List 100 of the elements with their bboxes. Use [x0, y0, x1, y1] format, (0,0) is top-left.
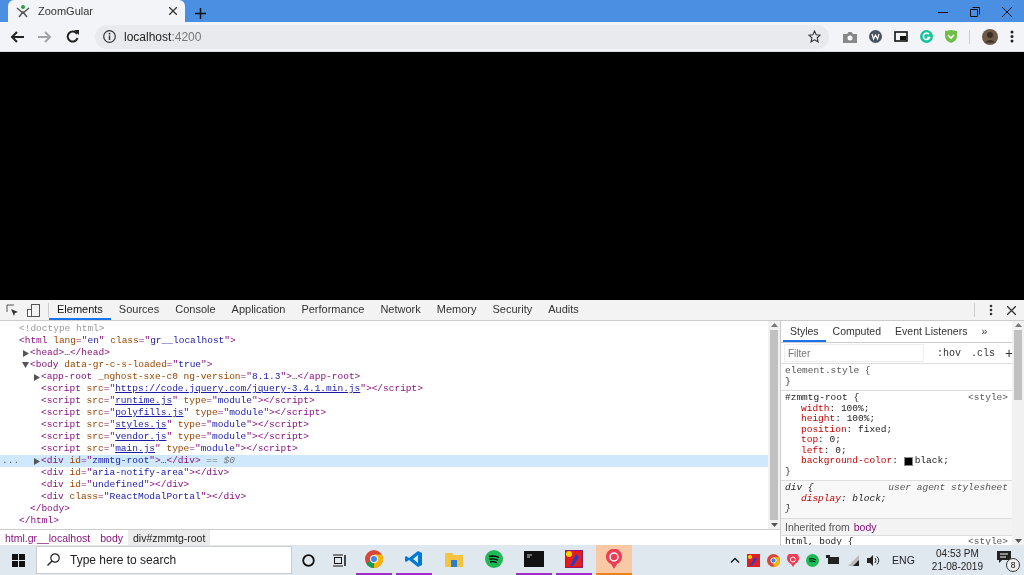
- breadcrumb[interactable]: html.gr__localhost: [0, 530, 96, 545]
- scrollbar-thumb[interactable]: [1014, 330, 1022, 400]
- dom-node-line[interactable]: <script src="https://code.jquery.com/jquery-3.4.1.min.js"></script>: [0, 383, 768, 395]
- scroll-down-arrow-icon[interactable]: [1014, 539, 1022, 543]
- triangle-down-icon[interactable]: [22, 362, 29, 368]
- picture-in-picture-icon[interactable]: [894, 31, 908, 42]
- toolbar-button[interactable]: +: [1003, 347, 1012, 359]
- info-icon: [103, 30, 116, 43]
- chrome-icon[interactable]: [365, 550, 383, 568]
- toolbar-button[interactable]: .cls: [969, 347, 998, 359]
- color-swatch[interactable]: [903, 456, 913, 466]
- task-view-icon[interactable]: [333, 553, 347, 567]
- style-property[interactable]: left: 0;: [785, 445, 1008, 456]
- triangle-right-icon[interactable]: [33, 373, 40, 381]
- style-property[interactable]: position: fixed;: [785, 424, 1008, 435]
- style-property[interactable]: display: block;: [785, 493, 1008, 504]
- code-editor-icon[interactable]: [405, 550, 423, 568]
- breadcrumb[interactable]: div#zmmtg-root: [128, 530, 211, 545]
- devtools-tab[interactable]: Sources: [110, 300, 168, 320]
- dom-node-line[interactable]: <div class="ReactModalPortal"></div>: [0, 491, 768, 503]
- spotify-icon[interactable]: [806, 553, 820, 567]
- dom-node-line[interactable]: </body>: [0, 503, 768, 515]
- more-menu-icon[interactable]: [1010, 30, 1014, 43]
- notification-count: 8: [1006, 558, 1020, 572]
- devtools-tab[interactable]: Security: [484, 300, 541, 320]
- inherited-label: Inherited from: [785, 520, 850, 533]
- folder-icon[interactable]: [445, 551, 463, 567]
- chrome-icon[interactable]: [767, 553, 781, 567]
- devtools-tab[interactable]: Console: [167, 300, 224, 320]
- windows-start-icon[interactable]: [11, 553, 25, 567]
- dom-node-line[interactable]: <body data-gr-c-s-loaded="true">: [0, 359, 768, 371]
- circle-icon[interactable]: [301, 553, 315, 567]
- breadcrumb[interactable]: body: [95, 530, 128, 545]
- scroll-up-arrow-icon[interactable]: [770, 323, 778, 327]
- scroll-down-arrow-icon[interactable]: [770, 523, 778, 527]
- dom-node-line[interactable]: <script src="styles.js" type="module"></script>: [0, 419, 768, 431]
- language-indicator[interactable]: ENG: [892, 554, 915, 566]
- more-menu-icon[interactable]: [989, 304, 993, 316]
- camera-icon[interactable]: [843, 30, 857, 43]
- chevron-up-icon[interactable]: [730, 557, 741, 563]
- reload-icon[interactable]: [66, 30, 79, 43]
- style-property[interactable]: width: 100%;: [785, 403, 1008, 414]
- styles-tab[interactable]: »: [974, 321, 995, 342]
- devtools-tab[interactable]: Elements: [49, 300, 111, 320]
- dom-node-line[interactable]: <script src="main.js" type="module"></script>: [0, 443, 768, 455]
- spotify-icon[interactable]: [485, 550, 503, 568]
- triangle-right-icon[interactable]: [33, 457, 40, 465]
- dom-node-line[interactable]: </html>: [0, 515, 768, 527]
- location-pin-icon[interactable]: [787, 553, 800, 567]
- paint-app-icon[interactable]: [747, 553, 761, 567]
- devtools-tab[interactable]: Network: [372, 300, 429, 320]
- devtools-tab[interactable]: Performance: [293, 300, 373, 320]
- back-icon[interactable]: [10, 30, 24, 43]
- new-tab-icon[interactable]: [195, 8, 206, 19]
- location-pin-icon[interactable]: [605, 549, 623, 569]
- scroll-up-arrow-icon[interactable]: [1014, 323, 1022, 327]
- toolbar-button[interactable]: :hov: [935, 347, 963, 359]
- style-property[interactable]: top: 0;: [785, 435, 1008, 446]
- devtools-tab[interactable]: Audits: [540, 300, 587, 320]
- close-icon[interactable]: [169, 7, 177, 15]
- scrollbar[interactable]: [768, 321, 780, 529]
- devtools-tab[interactable]: Memory: [428, 300, 485, 320]
- styles-tab[interactable]: Styles: [783, 321, 826, 342]
- scrollbar[interactable]: [1012, 321, 1024, 545]
- styles-tab[interactable]: Computed: [825, 321, 889, 342]
- triangle-right-icon[interactable]: [22, 349, 29, 357]
- dom-node-line[interactable]: <head>…</head>: [0, 347, 768, 359]
- clock[interactable]: 04:53 PM 21-08-2019: [931, 547, 983, 573]
- browser-tab[interactable]: ZoomGular: [8, 0, 185, 22]
- style-property[interactable]: background-color: black;: [785, 456, 1008, 467]
- dom-node-line[interactable]: <script src="polyfills.js" type="module"></script>: [0, 407, 768, 419]
- notification-icon[interactable]: [996, 549, 1012, 565]
- w-badge-icon[interactable]: [869, 30, 882, 43]
- devtools-tab[interactable]: Application: [223, 300, 294, 320]
- dom-node-line[interactable]: <html lang="en" class="gr__localhost">: [0, 335, 768, 347]
- inspect-cursor-icon[interactable]: [6, 303, 19, 317]
- dom-node-line[interactable]: <script src="runtime.js" type="module"></script>: [0, 395, 768, 407]
- dom-node-line[interactable]: <script src="vendor.js" type="module"></script>: [0, 431, 768, 443]
- style-rule: html, body { <style>: [784, 535, 1009, 545]
- taskbar-search-field[interactable]: Type here to search: [36, 546, 292, 574]
- terminal-icon[interactable]: [524, 551, 544, 567]
- paint-app-icon[interactable]: [565, 550, 583, 568]
- scrollbar-thumb[interactable]: [770, 330, 778, 520]
- address-bar[interactable]: localhost:4200: [95, 24, 829, 49]
- volume-icon[interactable]: [867, 554, 882, 566]
- styles-tab[interactable]: Event Listeners: [888, 321, 975, 342]
- dom-node-line[interactable]: <div id="aria-notify-area"></div>: [0, 467, 768, 479]
- device-icon[interactable]: [27, 303, 40, 317]
- dom-node-line[interactable]: <div id="undefined"></div>: [0, 479, 768, 491]
- avatar-icon[interactable]: [982, 28, 998, 45]
- filter-field[interactable]: Filter: [785, 345, 923, 361]
- restore-icon[interactable]: [970, 7, 980, 17]
- close-icon[interactable]: [1002, 7, 1012, 17]
- close-icon[interactable]: [1007, 305, 1016, 315]
- tab-title: ZoomGular: [38, 5, 95, 17]
- star-icon[interactable]: [808, 30, 821, 43]
- style-property[interactable]: height: 100%;: [785, 414, 1008, 425]
- element-link[interactable]: body: [853, 520, 877, 533]
- dom-node-line[interactable]: <app-root _nghost-sxe-c0 ng-version="8.1.3">…</app-root>: [0, 371, 768, 383]
- search-icon: [47, 553, 60, 566]
